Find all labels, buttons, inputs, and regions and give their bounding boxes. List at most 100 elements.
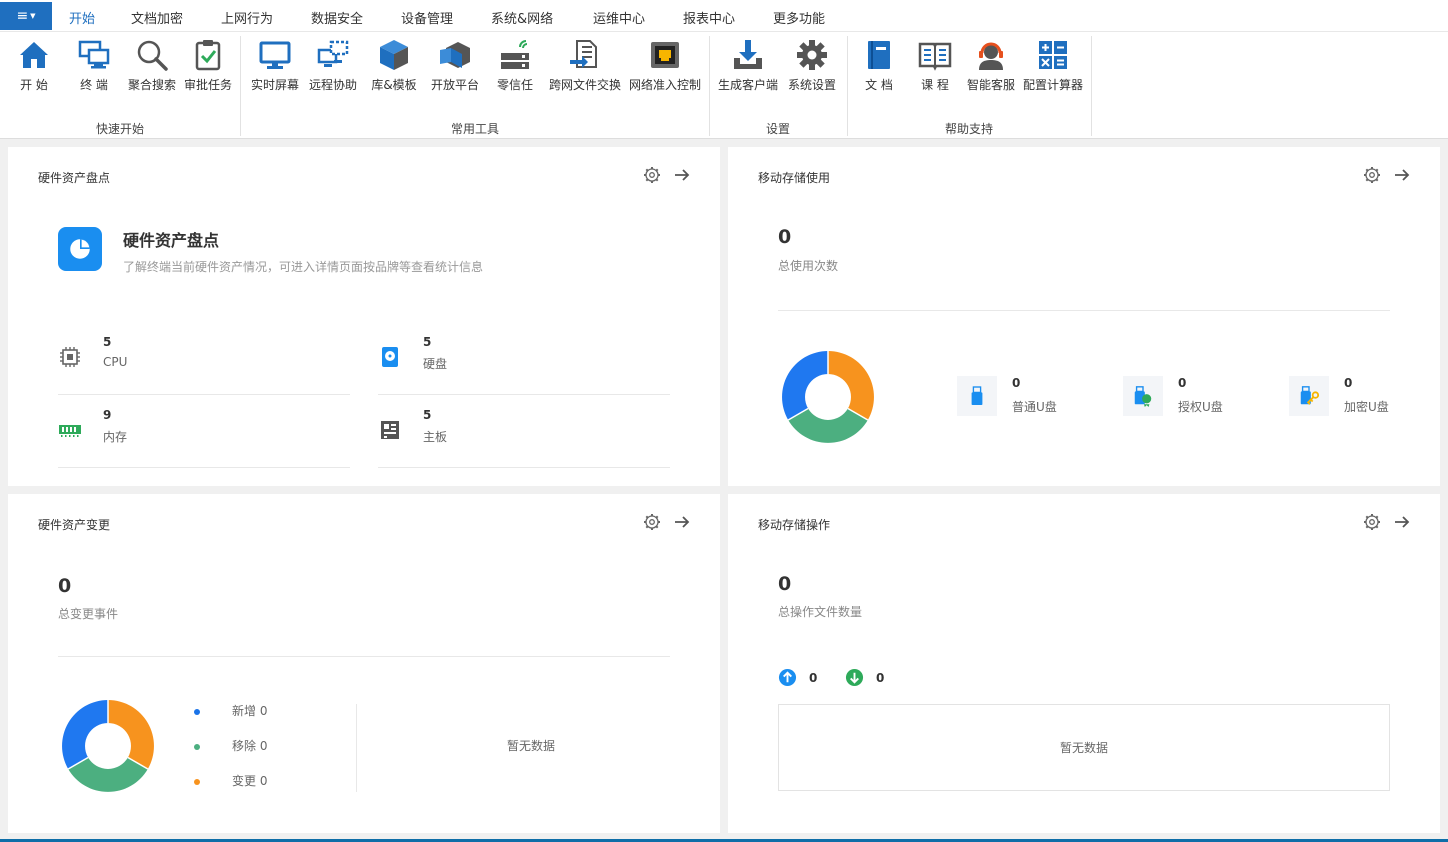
ribbon-toolbar: 开 始 终 端 聚合搜索 审批任务 快速开始 实时屏幕 远程协助 库&模板 开放…	[0, 32, 1448, 139]
ribbon-library-button[interactable]: 库&模板	[359, 38, 429, 93]
settings-gear-icon[interactable]	[642, 165, 662, 185]
approval-icon	[195, 40, 221, 71]
divider	[778, 310, 1390, 311]
card-usb-storage-usage: 移动存储使用 0 总使用次数 0 普通U盘 0 授权U盘 0 加密U盘	[728, 147, 1440, 486]
legend-label: 新增 0	[232, 704, 268, 718]
server-icon	[501, 40, 529, 69]
headset-icon	[979, 42, 1003, 70]
card-title: 移动存储操作	[758, 518, 831, 532]
settings-gear-icon[interactable]	[642, 512, 662, 532]
motherboard-icon	[381, 421, 399, 439]
ribbon-system-settings-button[interactable]: 系统设置	[777, 38, 847, 93]
app-menu-button[interactable]: ≡ ▼	[0, 2, 52, 30]
ribbon-network-access-label: 网络准入控制	[629, 78, 702, 92]
arrow-down-circle-icon	[845, 668, 864, 687]
menu-icon: ≡	[16, 8, 29, 24]
legend-label: 移除 0	[232, 739, 268, 753]
no-data-text: 暂无数据	[1059, 741, 1108, 755]
tab-system-network[interactable]: 系统&网络	[491, 8, 553, 27]
ribbon-docs-label: 文 档	[865, 78, 893, 92]
arrow-up-circle-icon	[778, 668, 797, 687]
usb-authorized-icon	[1123, 376, 1163, 416]
remote-icon	[317, 40, 349, 67]
search-icon	[137, 40, 168, 71]
stat-label: 硬盘	[423, 357, 448, 371]
usb-encrypted-icon	[1289, 376, 1329, 416]
usb-type-label: 授权U盘	[1178, 400, 1223, 414]
top-menu-bar: ≡ ▼ 开始 文档加密 上网行为 数据安全 设备管理 系统&网络 运维中心 报表中…	[0, 0, 1448, 34]
card-tools	[1362, 165, 1412, 185]
tab-more-features[interactable]: 更多功能	[773, 8, 825, 27]
arrow-right-icon[interactable]	[1392, 165, 1412, 185]
hw-change-donut-chart	[62, 700, 154, 792]
download-value: 0	[876, 670, 885, 685]
card-usb-storage-operations: 移动存储操作 0 总操作文件数量 0 0 暂无数据	[728, 494, 1440, 833]
legend-dot	[194, 743, 200, 750]
ribbon-home-label: 开 始	[20, 78, 48, 92]
upload-value: 0	[809, 670, 818, 685]
ribbon-smart-service-button[interactable]: 智能客服	[956, 38, 1026, 93]
card-tools	[642, 512, 692, 532]
total-operation-count: 0	[778, 573, 792, 595]
stat-label: 内存	[103, 430, 128, 444]
tab-data-security[interactable]: 数据安全	[311, 8, 363, 27]
upload-count: 0	[778, 668, 817, 687]
usb-type-encrypted[interactable]: 0 加密U盘	[1289, 376, 1429, 426]
arrow-right-icon[interactable]	[672, 165, 692, 185]
arrow-right-icon[interactable]	[672, 512, 692, 532]
tab-ops-center[interactable]: 运维中心	[593, 8, 645, 27]
stat-motherboard[interactable]: 5 主板	[378, 408, 670, 468]
ribbon-calculator-button[interactable]: 配置计算器	[1018, 38, 1088, 93]
total-change-count: 0	[58, 575, 72, 597]
ribbon-remote-assist-button[interactable]: 远程协助	[298, 38, 368, 93]
legend-item-added: 新增 0	[194, 702, 267, 719]
ribbon-open-platform-label: 开放平台	[430, 78, 479, 92]
download-count: 0	[845, 668, 884, 687]
no-data-text: 暂无数据	[507, 739, 556, 753]
stat-value: 9	[103, 408, 112, 422]
settings-gear-icon[interactable]	[1362, 165, 1382, 185]
settings-gear-icon[interactable]	[1362, 512, 1382, 532]
ribbon-approval-button[interactable]: 审批任务	[173, 38, 243, 93]
ribbon-smart-service-label: 智能客服	[966, 78, 1015, 92]
stat-disk[interactable]: 5 硬盘	[378, 335, 670, 395]
ribbon-network-access-button[interactable]: 网络准入控制	[629, 38, 702, 93]
cpu-icon	[60, 347, 80, 367]
no-data-box: 暂无数据	[778, 704, 1390, 791]
stat-label: CPU	[103, 355, 128, 369]
stat-memory[interactable]: 9 内存	[58, 408, 350, 468]
stat-cpu[interactable]: 5 CPU	[58, 335, 350, 395]
usb-type-label: 普通U盘	[1012, 400, 1057, 414]
usb-usage-donut-chart	[782, 351, 874, 443]
home-icon	[20, 42, 48, 68]
ribbon-file-exchange-button[interactable]: 跨网文件交换	[549, 38, 621, 93]
ribbon-generate-client-label: 生成客户端	[717, 78, 778, 92]
tab-report-center[interactable]: 报表中心	[683, 8, 735, 27]
calculator-icon	[1039, 41, 1067, 69]
gear-icon	[797, 40, 827, 70]
legend-dot	[194, 708, 200, 715]
pie-chart-icon	[58, 227, 102, 271]
ribbon-group-common-tools: 常用工具	[450, 122, 499, 136]
total-operation-label: 总操作文件数量	[778, 605, 863, 619]
divider	[356, 704, 357, 792]
ribbon-generate-client-button[interactable]: 生成客户端	[713, 38, 783, 93]
tab-doc-encryption[interactable]: 文档加密	[131, 8, 183, 27]
ribbon-group-quick-start: 快速开始	[95, 122, 144, 136]
usb-type-normal[interactable]: 0 普通U盘	[957, 376, 1097, 426]
ribbon-zero-trust-button[interactable]: 零信任	[480, 38, 550, 93]
arrow-right-icon[interactable]	[1392, 512, 1412, 532]
tab-start[interactable]: 开始	[69, 8, 96, 34]
memory-icon	[59, 425, 81, 437]
usb-type-authorized[interactable]: 0 授权U盘	[1123, 376, 1263, 426]
monitor-icon	[259, 41, 291, 69]
network-port-icon	[651, 42, 679, 68]
legend-item-changed: 变更 0	[194, 772, 267, 789]
tab-device-management[interactable]: 设备管理	[401, 8, 453, 27]
card-title: 硬件资产盘点	[38, 171, 111, 185]
card-hardware-inventory: 硬件资产盘点 硬件资产盘点 了解终端当前硬件资产情况，可进入详情页面按品牌等查看…	[8, 147, 720, 486]
usb-icon	[957, 376, 997, 416]
book-icon	[868, 41, 890, 69]
tab-internet-behavior[interactable]: 上网行为	[221, 8, 273, 27]
card-title: 移动存储使用	[758, 171, 831, 185]
